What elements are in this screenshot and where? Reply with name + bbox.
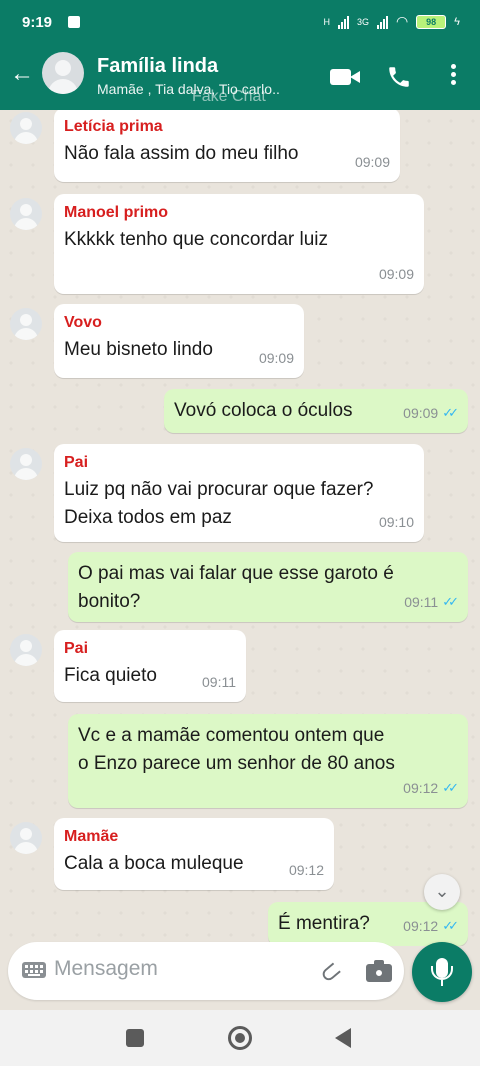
read-ticks-icon: ✓✓ bbox=[442, 405, 459, 420]
message-input[interactable]: Mensagem ⊂ bbox=[8, 942, 404, 1000]
message-time: 09:09 bbox=[258, 350, 294, 366]
keyboard-icon[interactable] bbox=[22, 962, 46, 978]
message-time: 09:11 ✓✓ bbox=[404, 588, 459, 616]
message-time: 09:12 ✓✓ bbox=[403, 912, 459, 940]
camera-icon[interactable] bbox=[366, 960, 392, 982]
attach-icon[interactable]: ⊂ bbox=[312, 954, 348, 991]
message-sender: Mamãe bbox=[64, 828, 119, 845]
message-bubble-outgoing[interactable]: O pai mas vai falar que esse garoto é bo… bbox=[68, 552, 468, 622]
signal-icon-2 bbox=[376, 15, 388, 29]
scroll-down-button[interactable]: ⌄ bbox=[424, 874, 460, 910]
battery-icon: 98 bbox=[416, 14, 447, 29]
charging-icon: ϟ bbox=[454, 15, 460, 28]
status-icons: H 3G ◠ 98 ϟ bbox=[323, 13, 460, 30]
mic-button[interactable] bbox=[412, 942, 472, 1002]
message-sender: Pai bbox=[64, 454, 89, 471]
message-bubble-incoming[interactable]: Letícia prima Não fala assim do meu filh… bbox=[54, 110, 400, 182]
message-text: Luiz pq não vai procurar oque fazer? Dei… bbox=[64, 479, 374, 528]
read-ticks-icon: ✓✓ bbox=[442, 594, 459, 609]
watermark: Fake Chat bbox=[192, 88, 266, 105]
group-avatar[interactable] bbox=[42, 52, 84, 94]
message-sender: Letícia prima bbox=[64, 118, 163, 135]
message-time: 09:11 bbox=[202, 674, 236, 690]
system-nav-bar bbox=[0, 1010, 480, 1066]
message-text: O pai mas vai falar que esse garoto é bo… bbox=[78, 563, 394, 612]
signal-icon-1 bbox=[337, 15, 349, 29]
chat-header: ← Família linda Mamãe , Tia dalva, Tio c… bbox=[0, 46, 480, 110]
sender-avatar[interactable] bbox=[10, 198, 42, 230]
notification-icon bbox=[68, 16, 80, 28]
message-sender: Manoel primo bbox=[64, 204, 169, 221]
read-ticks-icon: ✓✓ bbox=[442, 918, 459, 933]
app-header: 9:19 H 3G ◠ 98 ϟ ← Família linda Mamãe ,… bbox=[0, 0, 480, 110]
chat-title[interactable]: Família linda bbox=[97, 55, 218, 78]
sender-avatar[interactable] bbox=[10, 448, 42, 480]
message-bubble-incoming[interactable]: Mamãe Cala a boca muleque 09:12 bbox=[54, 818, 334, 890]
message-sender: Pai bbox=[64, 640, 89, 657]
message-text: Kkkkk tenho que concordar luiz bbox=[64, 229, 329, 250]
back-icon[interactable] bbox=[335, 1028, 351, 1048]
message-time: 09:12 ✓✓ bbox=[403, 774, 459, 802]
message-bubble-incoming[interactable]: Manoel primo Kkkkk tenho que concordar l… bbox=[54, 194, 424, 294]
message-bubble-outgoing[interactable]: Vovó coloca o óculos 09:09 ✓✓ bbox=[164, 389, 468, 433]
recent-apps-icon[interactable] bbox=[126, 1029, 144, 1047]
sender-avatar[interactable] bbox=[10, 822, 42, 854]
network-type-2: 3G bbox=[356, 16, 369, 27]
mic-leg bbox=[441, 980, 443, 986]
more-vertical-icon[interactable] bbox=[446, 64, 460, 90]
read-ticks-icon: ✓✓ bbox=[442, 780, 459, 795]
message-time: 09:10 bbox=[378, 514, 414, 530]
home-icon[interactable] bbox=[228, 1026, 252, 1050]
message-time: 09:09 bbox=[354, 154, 390, 170]
network-type-1: H bbox=[323, 16, 330, 27]
message-sender: Vovo bbox=[64, 314, 102, 331]
message-time: 09:09 ✓✓ bbox=[403, 399, 459, 427]
sender-avatar[interactable] bbox=[10, 634, 42, 666]
message-bubble-incoming[interactable]: Pai Fica quieto 09:11 bbox=[54, 630, 246, 702]
phone-icon[interactable] bbox=[386, 64, 412, 90]
message-placeholder: Mensagem bbox=[54, 957, 158, 980]
composer: Mensagem ⊂ bbox=[0, 940, 480, 1010]
message-bubble-incoming[interactable]: Vovo Meu bisneto lindo 09:09 bbox=[54, 304, 304, 378]
sender-avatar[interactable] bbox=[10, 112, 42, 144]
message-text: Vc e a mamãe comentou ontem que o Enzo p… bbox=[78, 725, 395, 774]
message-bubble-outgoing[interactable]: Vc e a mamãe comentou ontem que o Enzo p… bbox=[68, 714, 468, 808]
message-list[interactable]: Letícia prima Não fala assim do meu filh… bbox=[0, 110, 480, 946]
message-text: Não fala assim do meu filho bbox=[64, 143, 299, 164]
status-time: 9:19 bbox=[22, 14, 53, 31]
message-time: 09:12 bbox=[288, 862, 324, 878]
wifi-icon: ◠ bbox=[395, 13, 409, 29]
sender-avatar[interactable] bbox=[10, 308, 42, 340]
video-call-icon[interactable] bbox=[330, 64, 362, 90]
message-bubble-incoming[interactable]: Pai Luiz pq não vai procurar oque fazer?… bbox=[54, 444, 424, 542]
message-text: Cala a boca muleque bbox=[64, 853, 244, 874]
status-bar: 9:19 H 3G ◠ 98 ϟ bbox=[0, 0, 480, 46]
mic-stand bbox=[431, 966, 453, 980]
message-time: 09:09 bbox=[378, 266, 414, 282]
arrow-left-icon[interactable]: ← bbox=[8, 60, 36, 88]
